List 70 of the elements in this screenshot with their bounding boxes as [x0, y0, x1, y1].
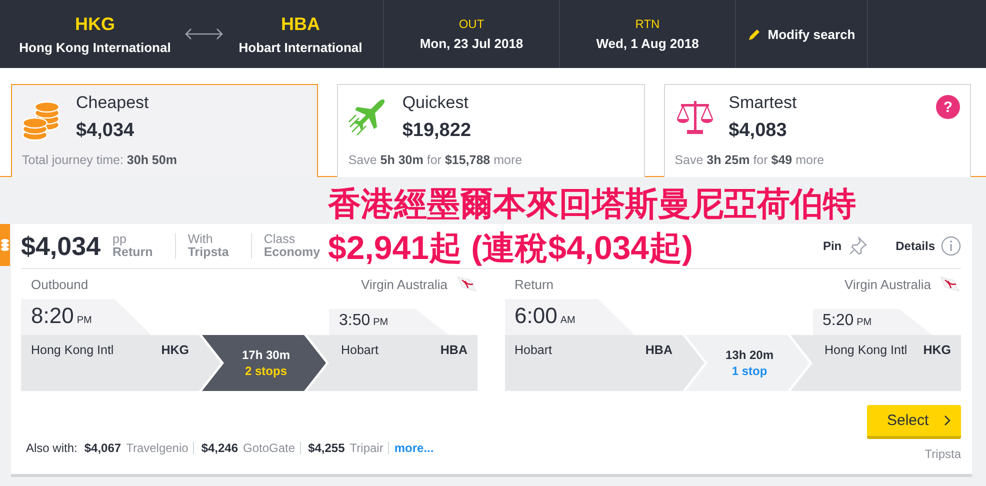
- offer-agent: Tripair: [350, 441, 384, 455]
- departure-time: 6:00 AM: [504, 299, 634, 335]
- leg-label: Outbound: [31, 276, 88, 292]
- sort-label: Cheapest: [76, 93, 149, 113]
- sort-note: Save 5h 30m for $15,788 more: [348, 153, 522, 167]
- class-value: Economy: [264, 246, 320, 260]
- modify-search-button[interactable]: Modify search: [735, 0, 868, 68]
- help-badge[interactable]: ?: [936, 95, 960, 119]
- pin-button[interactable]: Pin: [806, 236, 868, 256]
- offer-price: $4,067: [84, 441, 122, 455]
- airport-name: Hobart: [514, 343, 552, 359]
- result-price: $4,034: [21, 230, 101, 262]
- date-value: Wed, 1 Aug 2018: [596, 36, 699, 51]
- sort-note: Save 3h 25m for $49 more: [674, 153, 824, 167]
- departure-time: 8:20 PM: [21, 299, 151, 335]
- info-icon: [941, 236, 961, 256]
- class-label: Class: [264, 232, 296, 246]
- date-label: RTN: [635, 17, 660, 31]
- arrival-time: 3:50 PM: [329, 309, 449, 335]
- date-label: OUT: [458, 17, 484, 31]
- destination-code: HBA: [281, 14, 320, 34]
- duration: 17h 30m: [242, 348, 290, 362]
- duration: 13h 20m: [725, 348, 774, 362]
- fare-type: Return: [112, 246, 153, 260]
- airline-logo-icon: [456, 275, 478, 293]
- airline-name: Virgin Australia: [844, 276, 931, 292]
- offer-agent: GotoGate: [243, 441, 296, 455]
- sort-price: $19,822: [402, 120, 472, 142]
- with-label: With: [188, 232, 214, 246]
- offer-price: $4,246: [201, 441, 238, 455]
- pp-label: pp: [112, 232, 128, 246]
- chevron-right-icon: [944, 415, 951, 426]
- also-with-label: Also with:: [26, 441, 78, 455]
- airport-code: HKG: [923, 343, 951, 359]
- coins-icon: [1, 238, 9, 252]
- airport-code: HBA: [645, 343, 672, 359]
- leg-label: Return: [514, 276, 554, 292]
- airport-name: Hong Kong Intl: [31, 343, 114, 359]
- sort-price: $4,034: [76, 120, 136, 142]
- sort-tab[interactable]: Cheapest $4,034 Total journey time: 30h 50m: [11, 84, 318, 177]
- sort-label: Smartest: [728, 93, 797, 113]
- sort-tab[interactable]: Quickest $19,822 Save 5h 30m for $15,788 more: [337, 84, 645, 177]
- pencil-icon: [748, 28, 761, 40]
- airport-name: Hobart: [341, 343, 379, 359]
- airport-code: HBA: [440, 343, 468, 359]
- arrival-time: 5:20 PM: [812, 309, 932, 335]
- sort-price: $4,083: [728, 120, 788, 142]
- offer-agent: Travelgenio: [126, 441, 188, 455]
- stops-count: 1 stop: [732, 364, 768, 378]
- airline-name: Virgin Australia: [361, 276, 448, 292]
- date-value: Mon, 23 Jul 2018: [420, 36, 524, 51]
- promo-caption: 香港經墨爾本來回塔斯曼尼亞荷伯特: [328, 184, 856, 224]
- airport-code: HKG: [161, 343, 189, 359]
- promo-caption: $2,941起 (連稅$4,034起): [328, 228, 694, 268]
- stops-count: 2 stops: [244, 364, 287, 378]
- offer-price: $4,255: [308, 441, 345, 455]
- details-button[interactable]: Details: [880, 236, 961, 256]
- airline-logo-icon: [939, 275, 961, 293]
- sort-note: Total journey time: 30h 50m: [22, 153, 177, 167]
- sort-tab[interactable]: Smartest $4,083 ? Save 3h 25m for $49 more: [664, 84, 971, 177]
- agent-name: Tripsta: [924, 447, 961, 461]
- sort-label: Quickest: [402, 93, 470, 113]
- origin-name: Hong Kong International: [19, 40, 171, 54]
- destination-name: Hobart International: [238, 40, 362, 54]
- origin-code: HKG: [75, 14, 115, 34]
- select-button[interactable]: Select: [867, 405, 961, 439]
- swap-arrows-icon[interactable]: [185, 27, 223, 41]
- agent-name: Tripsta: [188, 246, 229, 260]
- airport-name: Hong Kong Intl: [824, 343, 908, 359]
- pin-icon: [848, 236, 868, 256]
